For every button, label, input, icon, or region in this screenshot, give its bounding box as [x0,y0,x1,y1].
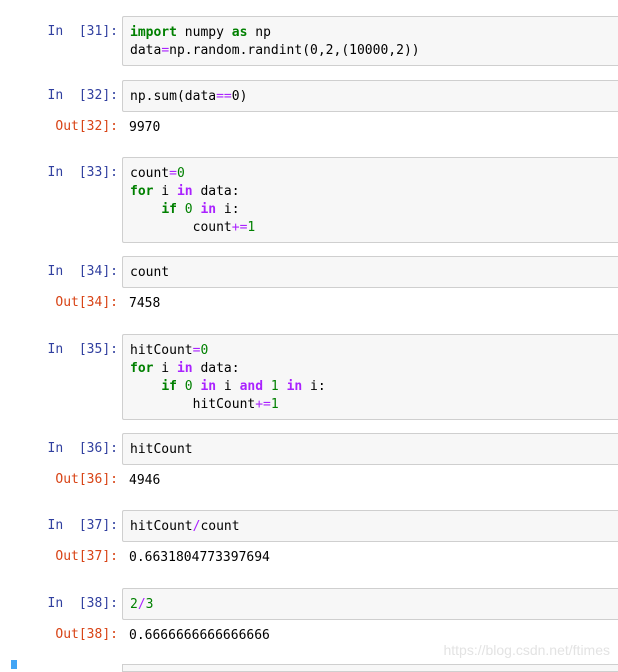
in-prompt: In [35]: [47,342,118,357]
in-prompt: In [38]: [47,596,118,611]
code-token: as [231,25,248,40]
code-token: 0 [176,166,185,181]
code-token: if [161,379,177,394]
out-prompt: Out[36]: [55,472,118,487]
code-line: 2/3 [130,596,618,614]
output-text: 0.6631804773397694 [129,550,270,565]
code-line: hitCount=0 [130,342,618,360]
code-line: count=0 [130,165,618,183]
output-text: 7458 [129,296,161,311]
code-token: i [153,184,177,199]
code-line: data=np.random.randint(0,2,(10000,2)) [130,42,618,60]
out-prompt: Out[38]: [55,627,118,642]
code-token: += [231,220,248,235]
code-line: for i in data: [130,183,618,201]
code-token: i [153,361,177,376]
output-text: 9970 [129,120,161,135]
code-token: / [137,597,146,612]
code-token: i: [216,202,240,217]
output-text: 0.6666666666666666 [129,628,270,643]
code-token: = [161,43,170,58]
code-token: hitCount [130,397,256,412]
code-token: count [200,519,240,534]
code-token: data: [192,361,240,376]
code-token: hitCount [130,343,193,358]
in-prompt: In [32]: [47,88,118,103]
code-line: if 0 in i: [130,201,618,219]
code-token: 1 [270,379,279,394]
code-token: 1 [247,220,256,235]
code-token: ) [239,89,248,104]
code-line: import numpy as np [130,24,618,42]
code-token: for [130,361,154,376]
code-input[interactable]: hitCount/count [122,510,618,542]
active-cell-indicator [11,660,17,669]
code-token: in [200,379,217,394]
out-prompt: Out[37]: [55,549,118,564]
code-token: hitCount [130,519,193,534]
code-token: i: [302,379,326,394]
in-prompt: In [33]: [47,165,118,180]
output-text: 4946 [129,473,161,488]
code-token: i [216,379,240,394]
code-token: = [169,166,177,181]
code-input[interactable]: hitCount=0 for i in data: if 0 in i and 1… [122,334,618,420]
code-token: in [176,184,193,199]
code-token: numpy [176,25,232,40]
code-token: in [176,361,193,376]
code-token: 1 [270,397,279,412]
in-prompt: In [37]: [47,518,118,533]
code-token: hitCount [130,442,193,457]
code-token: 0 [184,379,193,394]
code-line: hitCount/count [130,518,618,536]
code-token: import [130,25,177,40]
in-prompt: In [31]: [47,24,118,39]
code-token: in [200,202,217,217]
code-line: count [130,264,618,282]
code-token: 2 [130,597,138,612]
code-token: data [130,43,162,58]
next-cell-input[interactable] [122,664,618,672]
code-line: np.sum(data==0) [130,88,618,106]
code-token: count [130,166,170,181]
code-token: 0 [184,202,193,217]
code-token: += [255,397,271,412]
code-token: in [286,379,303,394]
out-prompt: Out[32]: [55,119,118,134]
code-line: hitCount+=1 [130,396,618,414]
code-token: count [130,220,232,235]
code-token: == [216,89,232,104]
code-input[interactable]: 2/3 [122,588,618,620]
code-token: 0 [200,343,209,358]
out-prompt: Out[34]: [55,295,118,310]
code-token: np.sum(data [130,89,217,104]
code-token: np [247,25,271,40]
code-line: hitCount [130,441,618,459]
code-token: count [130,265,170,280]
code-token: 3 [145,597,154,612]
code-token: if [161,202,177,217]
in-prompt: In [34]: [47,264,118,279]
code-input[interactable]: np.sum(data==0) [122,80,618,112]
code-token: data: [192,184,240,199]
watermark: https://blog.csdn.net/ftimes [443,642,610,658]
code-token: 0 [231,89,240,104]
code-token: np.random.randint(0,2,(10000,2)) [169,43,420,58]
code-line: if 0 in i and 1 in i: [130,378,618,396]
code-input[interactable]: hitCount [122,433,618,465]
code-line: for i in data: [130,360,618,378]
code-token: and [239,379,264,394]
code-input[interactable]: import numpy as np data=np.random.randint… [122,16,618,66]
code-token: for [130,184,154,199]
code-input[interactable]: count [122,256,618,288]
code-line: count+=1 [130,219,618,237]
in-prompt: In [36]: [47,441,118,456]
code-input[interactable]: count=0 for i in data: if 0 in i: count+=… [122,157,618,243]
